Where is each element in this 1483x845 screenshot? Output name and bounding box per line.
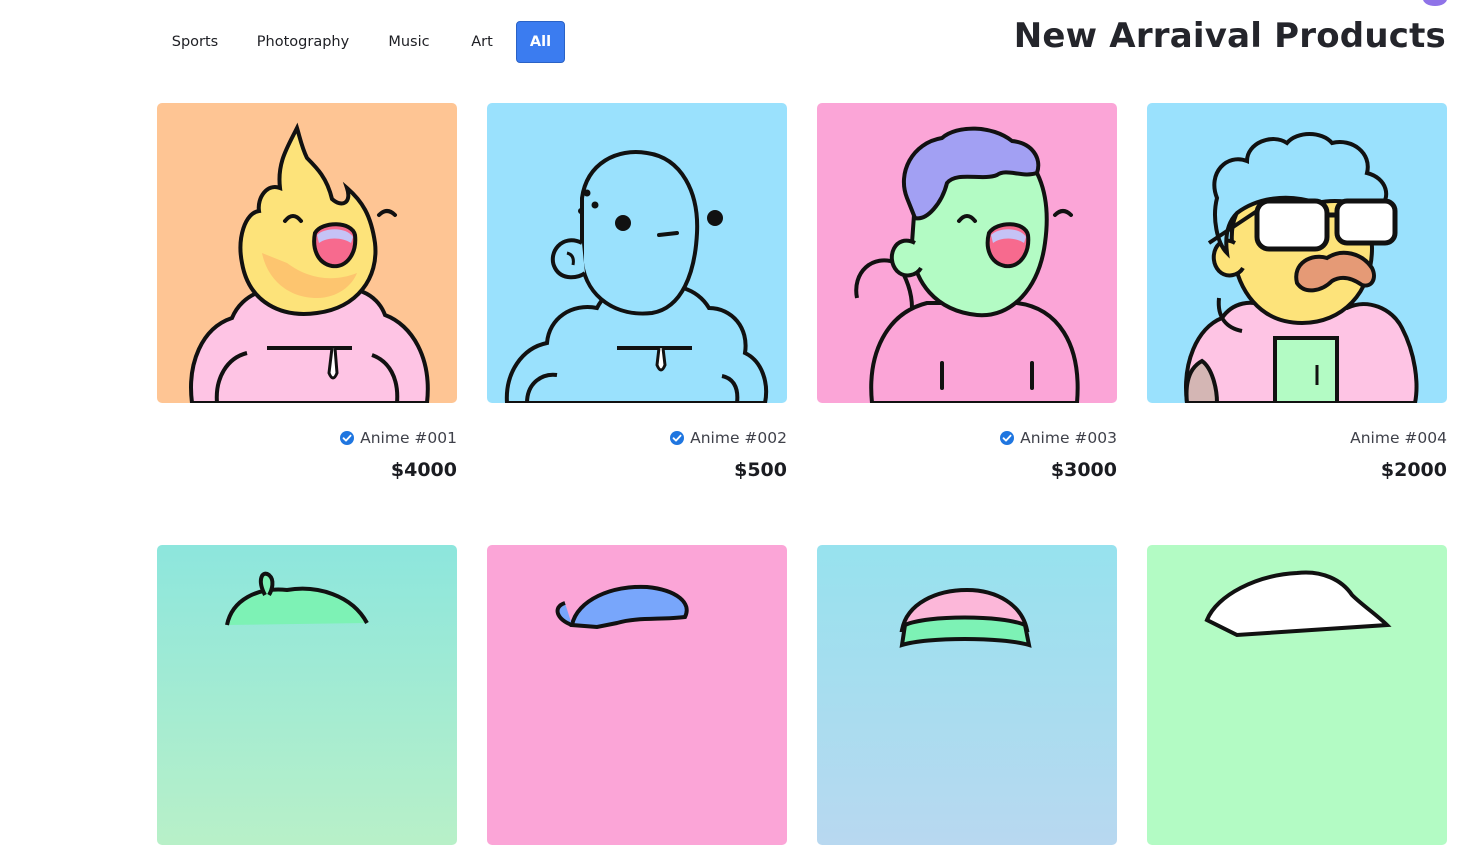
product-name-row: Anime #001 xyxy=(339,427,457,449)
product-image-flame-character[interactable] xyxy=(157,103,457,403)
filter-music[interactable]: Music xyxy=(372,21,446,63)
product-name[interactable]: Anime #002 xyxy=(690,429,787,447)
product-price: $2000 xyxy=(1380,459,1447,481)
product-price: $4000 xyxy=(390,459,457,481)
product-image-white-hat-character[interactable] xyxy=(1147,545,1447,845)
filter-sports[interactable]: Sports xyxy=(157,21,233,63)
product-price: $3000 xyxy=(1050,459,1117,481)
filter-art[interactable]: Art xyxy=(457,21,507,63)
product-name-row: Anime #004 xyxy=(1350,427,1447,449)
product-image-glasses-mustache-character[interactable] xyxy=(1147,103,1447,403)
page-title: New Arraival Products xyxy=(1013,16,1446,56)
product-image-pink-beanie-character[interactable] xyxy=(817,545,1117,845)
product-name[interactable]: Anime #003 xyxy=(1020,429,1117,447)
profile-avatar-dot[interactable] xyxy=(1423,0,1447,6)
product-image-blue-cap-character[interactable] xyxy=(487,545,787,845)
verified-badge-icon xyxy=(340,431,355,445)
filter-all[interactable]: All xyxy=(516,21,565,63)
product-image-green-hoodie-character[interactable] xyxy=(817,103,1117,403)
product-name-row: Anime #002 xyxy=(669,427,787,449)
product-image-blue-bald-character[interactable] xyxy=(487,103,787,403)
product-name[interactable]: Anime #001 xyxy=(360,429,457,447)
product-name[interactable]: Anime #004 xyxy=(1350,429,1447,447)
product-price: $500 xyxy=(734,459,787,481)
product-image-green-sprout-character[interactable] xyxy=(157,545,457,845)
filter-photography[interactable]: Photography xyxy=(244,21,362,63)
product-name-row: Anime #003 xyxy=(999,427,1117,449)
verified-badge-icon xyxy=(670,431,685,445)
verified-badge-icon xyxy=(1000,431,1015,445)
